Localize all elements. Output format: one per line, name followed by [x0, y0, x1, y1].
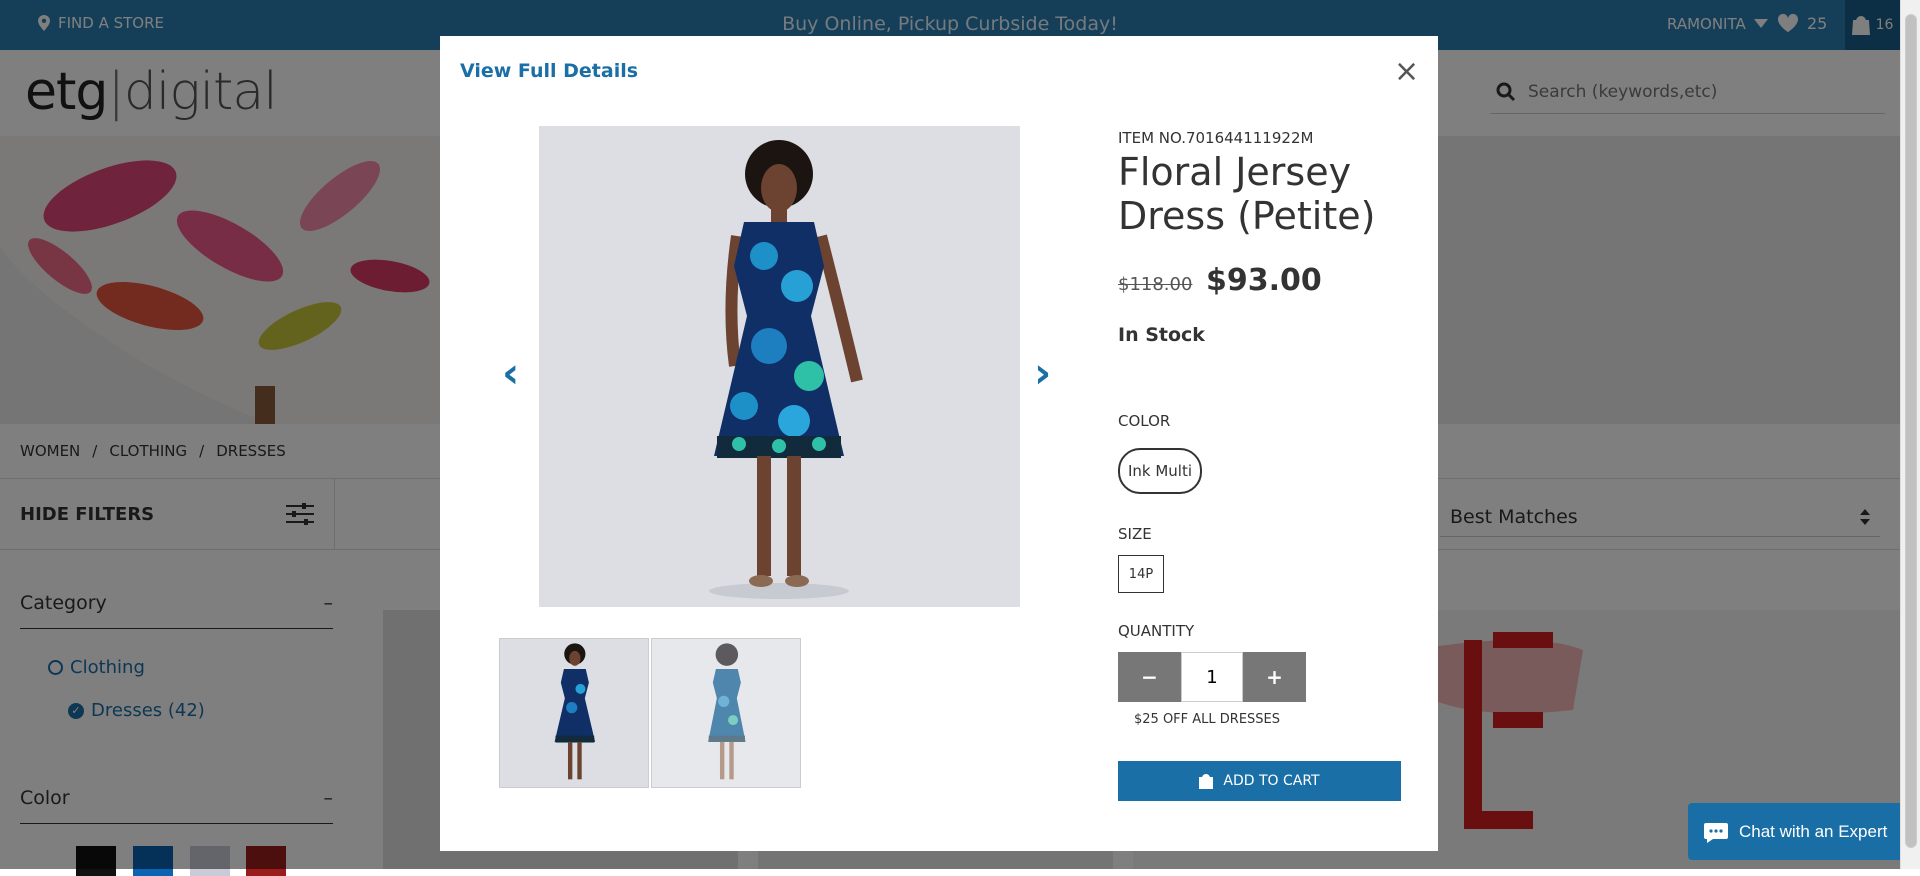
plus-button[interactable]: +: [1243, 652, 1306, 702]
shopping-bag-icon: [1199, 774, 1214, 789]
size-option-14p[interactable]: 14P: [1118, 555, 1164, 593]
color-label: COLOR: [1118, 412, 1171, 430]
color-option-ink-multi[interactable]: Ink Multi: [1118, 448, 1202, 494]
item-number: ITEM NO.701644111922M: [1118, 129, 1314, 147]
page-scrollbar[interactable]: [1900, 0, 1920, 869]
quantity-input[interactable]: [1181, 652, 1243, 702]
quantity-stepper: − +: [1118, 652, 1306, 702]
size-label: SIZE: [1118, 525, 1152, 543]
add-to-cart-label: ADD TO CART: [1223, 773, 1320, 789]
view-full-details-link[interactable]: View Full Details: [460, 60, 638, 82]
quick-view-modal: View Full Details × ‹ › ITEM NO.70164411…: [440, 36, 1438, 851]
original-price: $118.00: [1118, 274, 1193, 295]
quantity-label: QUANTITY: [1118, 622, 1195, 640]
chat-bubble-icon: [1704, 822, 1728, 843]
thumbnail-back-image: [652, 639, 800, 787]
minus-button[interactable]: −: [1118, 652, 1181, 702]
dress-model-image: [539, 126, 1020, 607]
color-option-label: Ink Multi: [1127, 462, 1193, 480]
scrollbar-thumb[interactable]: [1905, 14, 1917, 848]
product-title: Floral Jersey Dress (Petite): [1118, 150, 1376, 238]
thumbnail-front-image: [500, 639, 648, 787]
chat-with-expert-button[interactable]: Chat with an Expert: [1688, 803, 1900, 860]
add-to-cart-button[interactable]: ADD TO CART: [1118, 761, 1401, 801]
chevron-right-icon[interactable]: ›: [1034, 348, 1051, 397]
chevron-left-icon[interactable]: ‹: [502, 348, 519, 397]
thumbnail-back[interactable]: [651, 638, 801, 788]
close-icon[interactable]: ×: [1394, 54, 1419, 89]
stock-status: In Stock: [1118, 324, 1205, 346]
thumbnail-front[interactable]: [499, 638, 649, 788]
product-main-image[interactable]: [539, 126, 1020, 607]
chat-label: Chat with an Expert: [1739, 821, 1888, 841]
size-option-label: 14P: [1128, 566, 1154, 582]
sale-price: $93.00: [1206, 263, 1322, 298]
promo-note: $25 OFF ALL DRESSES: [1134, 712, 1281, 727]
